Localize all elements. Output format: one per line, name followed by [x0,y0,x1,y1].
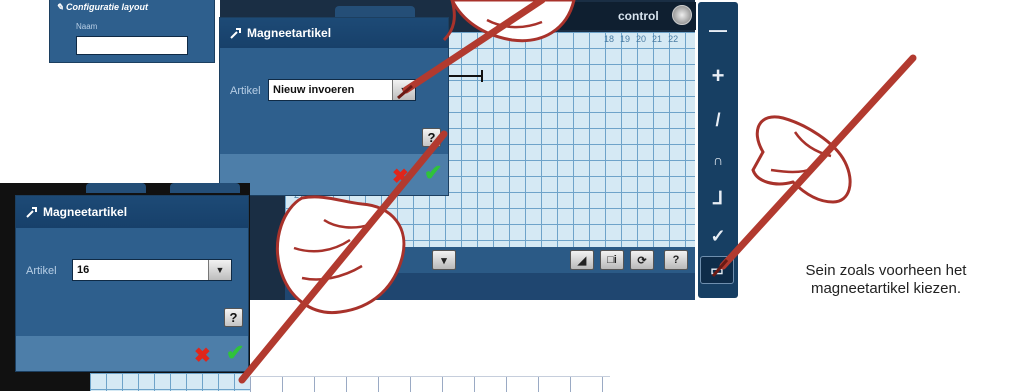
config-title: ✎ Configuratie layout [56,2,148,13]
bottom-tab[interactable] [170,183,240,193]
article-label: Artikel [230,85,261,97]
eraser-tool-icon[interactable]: ◢ [570,250,594,270]
pointing-hand-pen-illustration [397,0,576,100]
pointing-hand-pen-illustration [238,130,448,384]
magnet-dialog-top-title-text: Magneetartikel [247,26,332,40]
help-button[interactable]: ? [664,250,688,270]
config-field-label: Naam [76,22,98,31]
config-dialog: ✎ Configuratie layout Naam ⌨ [50,0,256,62]
article-select[interactable]: 16 ▼ [72,259,232,281]
article-label: Artikel [26,265,57,277]
wrench-icon [26,207,37,218]
chevron-down-icon[interactable]: ▼ [208,260,231,280]
bottom-grid-strip [90,373,250,391]
magnet-dialog-bottom-title: Magneetartikel [16,196,248,228]
pointing-hand-pen-illustration [711,54,917,277]
cancel-icon[interactable]: ✖ [194,343,211,368]
info-tool-icon[interactable]: □i [600,250,624,270]
ruler-number: 19 [620,34,631,44]
status-dial-icon[interactable] [672,5,692,25]
config-title-text: Configuratie layout [66,2,149,12]
status-label: control [618,9,659,23]
rotate-tool-icon[interactable]: ⟳ [630,250,654,270]
dialog-action-bar [16,336,248,371]
ruler-number: 22 [668,34,679,44]
ruler-number: 18 [604,34,615,44]
caption-line: magneetartikel kiezen. [810,280,962,297]
minus-icon[interactable]: — [700,12,736,48]
wrench-icon: ✎ [56,2,67,12]
magnet-dialog-bottom-title-text: Magneetartikel [43,205,128,219]
bottom-tab[interactable] [86,183,146,193]
config-name-input[interactable] [76,36,188,55]
ruler: 18 19 20 21 22 [604,34,694,46]
wrench-icon [230,28,241,39]
article-select-value: Nieuw invoeren [273,84,355,96]
ruler-number: 20 [636,34,647,44]
magnet-dialog-bottom: Magneetartikel Artikel 16 ▼ ? ✖ ✔ [16,196,248,371]
article-select-value: 16 [77,264,90,276]
ruler-number: 21 [652,34,663,44]
